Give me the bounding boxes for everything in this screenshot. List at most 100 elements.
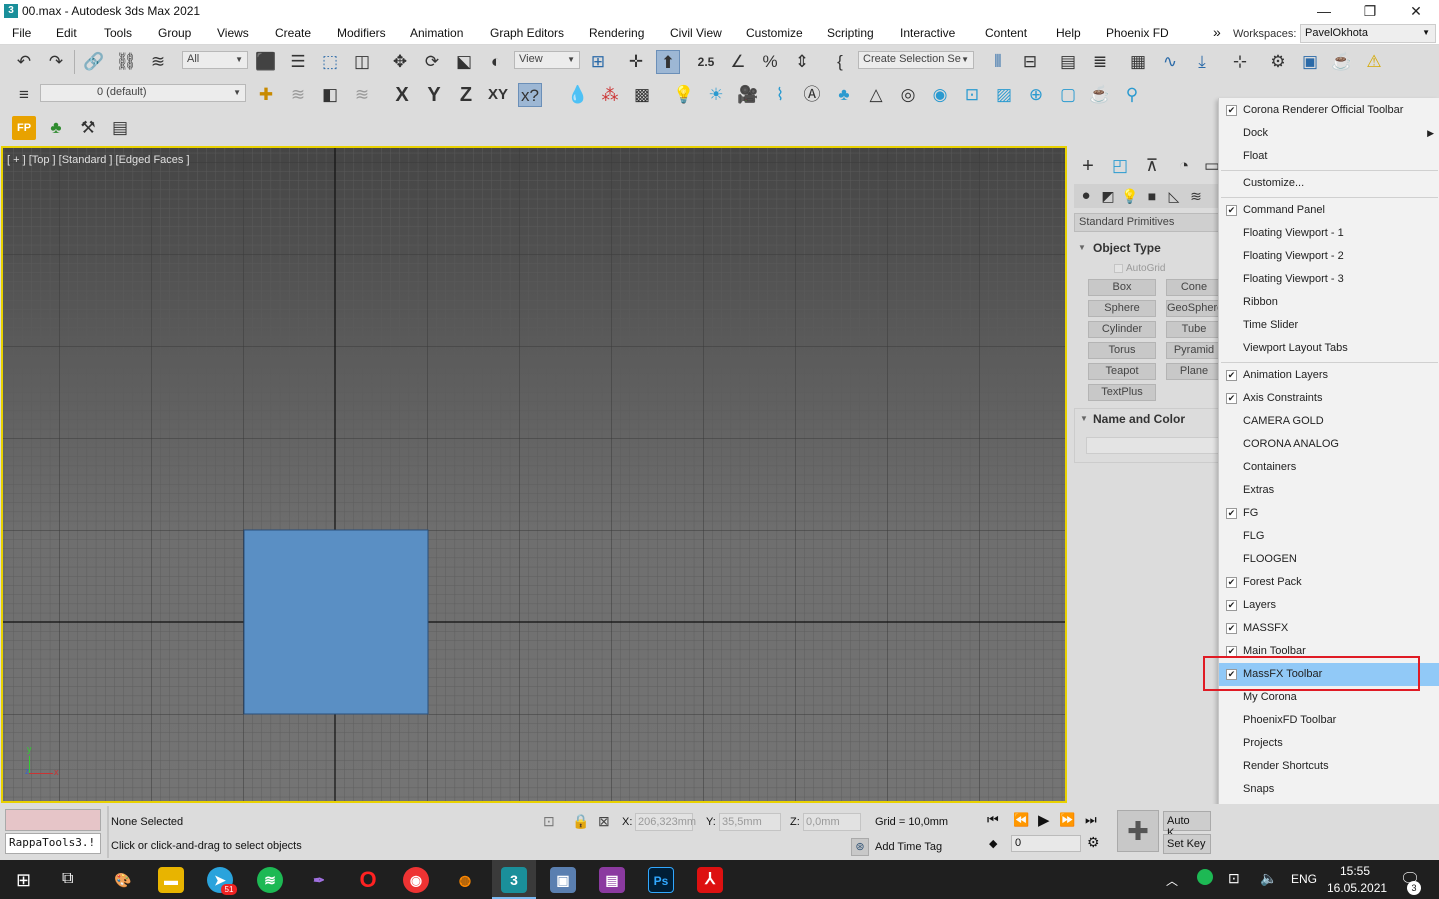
menu-animation[interactable]: Animation xyxy=(410,26,463,40)
menu-graph-editors[interactable]: Graph Editors xyxy=(490,26,564,40)
feather-app-icon[interactable]: ✒ xyxy=(306,867,332,893)
context-menu-item-corona-renderer-official-toolbar[interactable]: ✔ Corona Renderer Official Toolbar xyxy=(1219,99,1439,122)
goto-start-icon[interactable]: ⏮ xyxy=(987,812,999,828)
show-hidden-icons-icon[interactable]: ︿ xyxy=(1166,872,1178,889)
set-key-big-icon[interactable]: ✚ xyxy=(1117,810,1159,852)
primitive-type-dropdown[interactable]: Standard Primitives xyxy=(1074,213,1220,232)
link-icon[interactable]: 🔗 xyxy=(82,50,106,74)
maxscript-field[interactable]: RappaTools3.! xyxy=(5,833,101,854)
absolute-mode-icon[interactable]: ⊠ xyxy=(598,813,610,830)
layer-dropdown[interactable]: 0 (default) ▼ xyxy=(40,84,246,102)
restore-button[interactable]: ❐ xyxy=(1347,0,1393,23)
scatter-icon[interactable]: ⌇ xyxy=(768,83,792,107)
sun-icon[interactable]: ☀ xyxy=(704,83,728,107)
shapes-icon[interactable]: ◩ xyxy=(1096,184,1120,208)
3dsmax-taskbar-icon[interactable]: 3 xyxy=(501,867,527,893)
opera-icon[interactable]: O xyxy=(355,867,381,893)
menu-civil-view[interactable]: Civil View xyxy=(670,26,722,40)
context-menu-item-floogen[interactable]: FLOOGEN xyxy=(1219,548,1439,571)
pivot-center-icon[interactable]: ⊞ xyxy=(586,50,610,74)
motion-tab-icon[interactable]: ◔ xyxy=(1172,154,1196,178)
origin-icon[interactable]: ◍ xyxy=(452,867,478,893)
hierarchy-tab-icon[interactable]: ⊼ xyxy=(1140,154,1164,178)
menu-interactive[interactable]: Interactive xyxy=(900,26,955,40)
autogrid-checkbox[interactable] xyxy=(1114,264,1123,273)
converter-icon[interactable]: ⊕ xyxy=(1024,83,1048,107)
scene-explorer-icon[interactable]: ▤ xyxy=(1056,50,1080,74)
axis-constraints-snap-icon[interactable]: x? xyxy=(518,83,542,107)
context-menu-item-floating-viewport-3[interactable]: Floating Viewport - 3 xyxy=(1219,268,1439,291)
rollout-collapse-icon[interactable]: ▼ xyxy=(1078,243,1086,252)
tree-icon[interactable]: ♣ xyxy=(44,116,68,140)
menu-help[interactable]: Help xyxy=(1056,26,1081,40)
keyboard-shortcut-override-icon[interactable]: ⬆ xyxy=(656,50,680,74)
context-menu-item-animation-layers[interactable]: ✔ Animation Layers xyxy=(1219,364,1439,387)
context-menu-item-massfx[interactable]: ✔ MASSFX xyxy=(1219,617,1439,640)
menu-create[interactable]: Create xyxy=(275,26,311,40)
context-menu-item-containers[interactable]: Containers xyxy=(1219,456,1439,479)
rollout-collapse-icon[interactable]: ▼ xyxy=(1080,414,1088,423)
cylinder-button[interactable]: Cylinder xyxy=(1088,321,1156,338)
menu-modifiers[interactable]: Modifiers xyxy=(337,26,386,40)
spinner-snap-icon[interactable]: ⇕ xyxy=(790,50,814,74)
cameras-icon[interactable]: ■ xyxy=(1140,184,1164,208)
axis-x-button[interactable]: X xyxy=(390,83,414,107)
rectangular-selection-icon[interactable]: ⬚ xyxy=(318,50,342,74)
object-name-field[interactable] xyxy=(1086,437,1220,454)
create-tab-icon[interactable]: + xyxy=(1076,154,1100,178)
named-selection-sets-dropdown[interactable]: Create Selection Se ▼ xyxy=(858,51,974,69)
new-layer-icon[interactable]: ✚ xyxy=(254,83,278,107)
rotate-icon[interactable]: ⟳ xyxy=(420,50,444,74)
tools-icon[interactable]: ⚒ xyxy=(76,116,100,140)
image-viewer-icon[interactable]: ▣ xyxy=(550,867,576,893)
geometry-icon[interactable]: ● xyxy=(1074,184,1098,208)
context-menu-item-float[interactable]: Float xyxy=(1219,145,1439,168)
paint-app-icon[interactable]: 🎨 xyxy=(110,867,136,893)
set-current-layer-icon[interactable]: ≋ xyxy=(350,83,374,107)
list-icon[interactable]: ▤ xyxy=(108,116,132,140)
context-menu-item-command-panel[interactable]: ✔ Command Panel xyxy=(1219,199,1439,222)
mirror-icon[interactable]: ⫴ xyxy=(986,50,1010,74)
torus-button[interactable]: Torus xyxy=(1088,342,1156,359)
move-icon[interactable]: ✥ xyxy=(388,50,412,74)
menu-rendering[interactable]: Rendering xyxy=(589,26,644,40)
box-button[interactable]: Box xyxy=(1088,279,1156,296)
context-menu-item-axis-constraints[interactable]: ✔ Axis Constraints xyxy=(1219,387,1439,410)
menu-scripting[interactable]: Scripting xyxy=(827,26,874,40)
viewport-label[interactable]: [ + ] [Top ] [Standard ] [Edged Faces ] xyxy=(7,154,190,166)
align-icon[interactable]: ⊟ xyxy=(1018,50,1042,74)
select-manipulate-icon[interactable]: ✛ xyxy=(624,50,648,74)
add-time-tag[interactable]: Add Time Tag xyxy=(875,841,942,853)
close-button[interactable]: ✕ xyxy=(1393,0,1439,23)
time-configuration-icon[interactable]: ⚙ xyxy=(1087,834,1100,851)
context-menu-item-corona-analog[interactable]: CORONA ANALOG xyxy=(1219,433,1439,456)
context-menu-item-projects[interactable]: Projects xyxy=(1219,732,1439,755)
camera-icon[interactable]: 🎥 xyxy=(736,83,760,107)
current-frame-field[interactable]: 0 xyxy=(1011,835,1081,852)
y-coordinate-field[interactable]: 35,5mm xyxy=(719,813,781,831)
toggle-ribbon-icon[interactable]: ▦ xyxy=(1126,50,1150,74)
select-in-layer-icon[interactable]: ◧ xyxy=(318,83,342,107)
key-mode-icon[interactable]: ◆ xyxy=(989,837,997,850)
isolate-selection-icon[interactable]: ⊡ xyxy=(543,813,555,830)
context-menu-item-floating-viewport-2[interactable]: Floating Viewport - 2 xyxy=(1219,245,1439,268)
windows-start-icon[interactable]: ⊞ xyxy=(16,870,36,890)
teapot-icon[interactable]: ☕ xyxy=(1088,83,1112,107)
frame-buffer-icon[interactable]: ▢ xyxy=(1056,83,1080,107)
network-icon[interactable]: ⊡ xyxy=(1228,870,1240,887)
context-menu-item-floating-viewport-1[interactable]: Floating Viewport - 1 xyxy=(1219,222,1439,245)
maxscript-listener-mini[interactable] xyxy=(5,809,101,831)
z-coordinate-field[interactable]: 0,0mm xyxy=(803,813,861,831)
percent-snap-icon[interactable]: % xyxy=(758,50,782,74)
acrobat-icon[interactable]: ⅄ xyxy=(697,867,723,893)
menu-file[interactable]: File xyxy=(12,26,31,40)
context-menu-item-snaps[interactable]: Snaps xyxy=(1219,778,1439,801)
task-view-icon[interactable]: ⧉ xyxy=(62,870,73,888)
scale-icon[interactable]: ⬕ xyxy=(452,50,476,74)
context-menu-item-extras[interactable]: Extras xyxy=(1219,479,1439,502)
context-menu-item-ribbon[interactable]: Ribbon xyxy=(1219,291,1439,314)
spotify-tray-icon[interactable] xyxy=(1197,869,1213,885)
menu-views[interactable]: Views xyxy=(217,26,249,40)
curve-editor-icon[interactable]: ∿ xyxy=(1158,50,1182,74)
chrome-icon[interactable]: ◉ xyxy=(403,867,429,893)
